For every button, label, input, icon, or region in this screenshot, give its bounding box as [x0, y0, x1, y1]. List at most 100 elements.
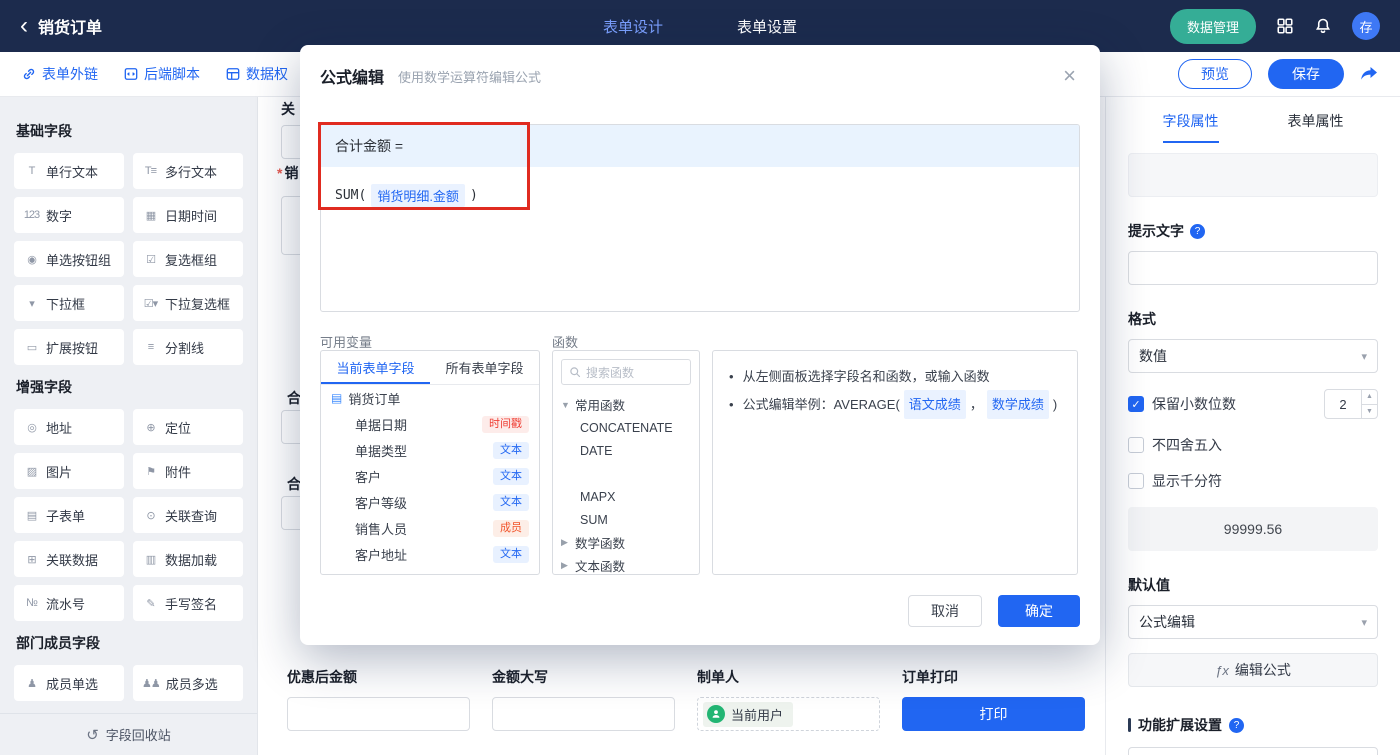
creator-input[interactable]: 当前用户	[697, 697, 880, 731]
function-group-common[interactable]: ▼常用函数	[553, 393, 699, 416]
field-item-multi-select[interactable]: ☑▾下拉复选框	[133, 285, 243, 321]
field-item-label: 子表单	[46, 506, 85, 525]
cancel-button[interactable]: 取消	[908, 595, 982, 627]
function-item[interactable]: CONCATENATE	[553, 416, 699, 439]
decimals-checkbox[interactable]: ✓	[1128, 396, 1144, 412]
edit-formula-label: 编辑公式	[1235, 660, 1291, 680]
data-permission-item[interactable]: 数据权	[226, 64, 288, 84]
field-item-divider[interactable]: ≡分割线	[133, 329, 243, 365]
avatar[interactable]: 存	[1352, 12, 1380, 40]
apps-icon[interactable]	[1276, 17, 1294, 35]
field-token[interactable]: 销货明细.金额	[371, 184, 465, 207]
field-item-linked-query[interactable]: ⊙关联查询	[133, 497, 243, 533]
variables-tree-root[interactable]: ▤ 销货订单	[321, 385, 539, 411]
location-icon: ⊕	[142, 421, 159, 434]
dropdown-icon: ▾	[23, 297, 40, 310]
function-item[interactable]: DATE	[553, 439, 699, 462]
field-item-image[interactable]: ▨图片	[14, 453, 124, 489]
field-item-address[interactable]: ◎地址	[14, 409, 124, 445]
save-button[interactable]: 保存	[1268, 59, 1344, 89]
tab-form-properties[interactable]: 表单属性	[1253, 111, 1378, 143]
form-external-link-item[interactable]: 表单外链	[22, 64, 98, 84]
field-item-attachment[interactable]: ⚑附件	[133, 453, 243, 489]
variable-item[interactable]: 客户文本	[321, 463, 539, 489]
print-button[interactable]: 打印	[902, 697, 1085, 731]
tab-field-properties[interactable]: 字段属性	[1128, 111, 1253, 143]
function-item[interactable]: SUM	[553, 508, 699, 531]
field-item-serial-number[interactable]: №流水号	[14, 585, 124, 621]
variable-item[interactable]: 客户地址文本	[321, 541, 539, 567]
step-down-icon[interactable]: ▼	[1362, 405, 1377, 419]
discounted-amount-input[interactable]	[287, 697, 470, 731]
hint-text-input[interactable]	[1128, 251, 1378, 285]
variable-item[interactable]: 客户等级文本	[321, 489, 539, 515]
field-item-single-text[interactable]: T单行文本	[14, 153, 124, 189]
field-item-checkbox-group[interactable]: ☑复选框组	[133, 241, 243, 277]
preview-button[interactable]: 预览	[1178, 59, 1252, 89]
data-manage-button[interactable]: 数据管理	[1170, 9, 1256, 44]
field-item-data-load[interactable]: ▥数据加载	[133, 541, 243, 577]
thousand-separator-label: 显示千分符	[1152, 471, 1222, 491]
field-item-label: 成员单选	[46, 674, 98, 693]
formula-function: SUM(	[335, 188, 366, 203]
function-group-text[interactable]: ▶文本函数	[553, 554, 699, 575]
step-up-icon[interactable]: ▲	[1362, 390, 1377, 405]
amount-in-words-input[interactable]	[492, 697, 675, 731]
close-icon[interactable]: ×	[1063, 65, 1076, 87]
properties-panel: 字段属性 表单属性 提示文字 ? 格式 数值 ▾ ✓ 保留小数位数 2 ▲▼ 不…	[1105, 97, 1400, 755]
field-item-multi-text[interactable]: T≡多行文本	[133, 153, 243, 189]
variable-name: 客户	[355, 467, 381, 486]
field-item-label: 图片	[46, 462, 72, 481]
function-item[interactable]	[553, 462, 699, 485]
no-rounding-checkbox[interactable]	[1128, 437, 1144, 453]
tab-form-settings[interactable]: 表单设置	[737, 16, 797, 37]
field-discounted-amount: 优惠后金额	[287, 667, 470, 731]
example-token: 数学成绩	[987, 390, 1049, 419]
thousand-separator-checkbox[interactable]	[1128, 473, 1144, 489]
field-item-label: 下拉复选框	[165, 294, 230, 313]
variable-item[interactable]: 单据类型文本	[321, 437, 539, 463]
decimals-stepper[interactable]: 2 ▲▼	[1324, 389, 1378, 419]
field-item-signature[interactable]: ✎手写签名	[133, 585, 243, 621]
variable-item[interactable]: 单据日期时间戳	[321, 411, 539, 437]
variable-item[interactable]: 销售人员成员	[321, 515, 539, 541]
function-item[interactable]: MAPX	[553, 485, 699, 508]
current-user-token[interactable]: 当前用户	[703, 702, 793, 727]
function-search-input[interactable]: 搜索函数	[561, 359, 691, 385]
field-item-number[interactable]: 123数字	[14, 197, 124, 233]
field-item-datetime[interactable]: ▦日期时间	[133, 197, 243, 233]
edit-formula-button[interactable]: ƒx 编辑公式	[1128, 653, 1378, 687]
formula-expression[interactable]: SUM( 销货明细.金额 )	[321, 167, 1079, 224]
tab-all-form-fields[interactable]: 所有表单字段	[430, 351, 539, 384]
field-item-member-multi[interactable]: ♟♟成员多选	[133, 665, 243, 701]
backend-script-item[interactable]: 后端脚本	[124, 64, 200, 84]
variable-name: 客户等级	[355, 493, 407, 512]
question-icon[interactable]: ?	[1229, 718, 1244, 733]
confirm-button[interactable]: 确定	[998, 595, 1080, 627]
format-value: 数值	[1139, 346, 1167, 366]
back-icon[interactable]: ‹	[20, 14, 28, 38]
format-select[interactable]: 数值 ▾	[1128, 339, 1378, 373]
question-icon[interactable]: ?	[1190, 224, 1205, 239]
field-item-member-single[interactable]: ♟成员单选	[14, 665, 124, 701]
field-item-extend-button[interactable]: ▭扩展按钮	[14, 329, 124, 365]
bell-icon[interactable]	[1314, 17, 1332, 35]
type-tag: 文本	[493, 442, 529, 459]
field-item-subform[interactable]: ▤子表单	[14, 497, 124, 533]
tab-form-design[interactable]: 表单设计	[603, 16, 663, 37]
section-title-enhanced-fields: 增强字段	[16, 377, 241, 397]
field-item-linked-data[interactable]: ⊞关联数据	[14, 541, 124, 577]
field-item-select[interactable]: ▾下拉框	[14, 285, 124, 321]
multi-text-icon: T≡	[142, 165, 159, 177]
field-recycle-bin[interactable]: ↺ 字段回收站	[0, 713, 257, 755]
code-icon	[124, 67, 138, 81]
field-item-radio-group[interactable]: ◉单选按钮组	[14, 241, 124, 277]
default-value-select[interactable]: 公式编辑 ▾	[1128, 605, 1378, 639]
add-action-button[interactable]: 添加操作	[1128, 747, 1378, 755]
function-group-math[interactable]: ▶数学函数	[553, 531, 699, 554]
placeholder-box[interactable]	[1128, 153, 1378, 197]
formula-editor[interactable]: 合计金额 = SUM( 销货明细.金额 )	[320, 124, 1080, 312]
tab-current-form-fields[interactable]: 当前表单字段	[321, 351, 430, 384]
field-item-location[interactable]: ⊕定位	[133, 409, 243, 445]
share-icon[interactable]	[1360, 66, 1378, 82]
